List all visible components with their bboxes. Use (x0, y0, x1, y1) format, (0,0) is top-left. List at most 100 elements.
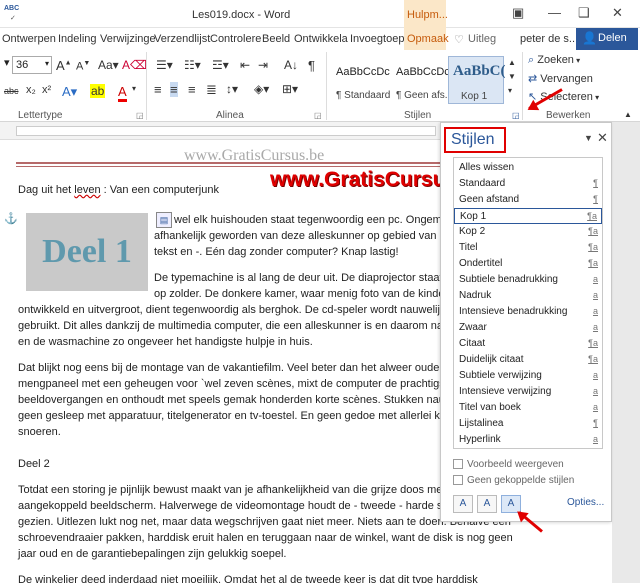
change-case-icon[interactable]: Aa▾ (98, 58, 119, 72)
paragraph-line: gezien. Uitlezen lukt nog net, maar data… (18, 516, 511, 528)
style-item-hyperlink[interactable]: Hyperlink a (454, 432, 602, 448)
deel-1-image[interactable]: Deel 1 (26, 213, 148, 291)
close-window-button[interactable]: ✕ (612, 5, 623, 21)
chevron-down-icon: ▾ (44, 59, 49, 68)
borders-icon[interactable]: ⊞▾ (282, 82, 298, 96)
style-item-titel[interactable]: Titel ¶a (454, 240, 602, 256)
new-style-button[interactable]: A (453, 495, 473, 513)
tab-verwijzingen[interactable]: Verwijzinge (100, 33, 156, 45)
editing-group-label: Bewerken (546, 110, 591, 121)
align-right-icon[interactable]: ≡ (188, 82, 196, 97)
tab-invoegtoepassingen[interactable]: Invoegtoep (350, 33, 404, 45)
tell-me-box[interactable]: Uitleg (468, 33, 496, 45)
styles-scroll-up-icon[interactable]: ▲ (508, 58, 516, 67)
style-item-titel-van-boek[interactable]: Titel van boek a (454, 400, 602, 416)
align-left-icon[interactable]: ≡ (154, 82, 162, 97)
strikethrough-button[interactable]: abc (4, 86, 19, 96)
style-item-duidelijk-citaat[interactable]: Duidelijk citaat ¶a (454, 352, 602, 368)
style-item-geen-afstand[interactable]: Geen afstand ¶ (454, 192, 602, 208)
highlight-icon[interactable]: ab (90, 84, 106, 98)
decrease-indent-icon[interactable]: ⇤ (240, 58, 250, 72)
ruler-track (16, 126, 436, 136)
layout-options-icon[interactable]: ▤ (156, 212, 172, 228)
qat-dropdown-icon[interactable]: ✓ (10, 14, 16, 22)
paragraph-launcher-icon[interactable]: ◲ (314, 111, 322, 120)
paragraph-line: Totdat een storing je pijnlijk bewust ma… (18, 484, 446, 496)
styles-launcher-icon[interactable]: ◲ (512, 111, 520, 120)
close-pane-button[interactable]: ✕ (597, 130, 608, 146)
font-color-icon[interactable]: A (118, 84, 127, 102)
replace-button[interactable]: ⇄ Vervangen (528, 72, 593, 85)
show-preview-checkbox[interactable]: Voorbeeld weergeven (453, 459, 564, 470)
tab-verzendlijsten[interactable]: Verzendlijst (154, 33, 210, 45)
multilevel-icon[interactable]: ☲▾ (212, 58, 229, 72)
font-launcher-icon[interactable]: ◲ (136, 111, 144, 120)
style-item-subtiele-verwijzing[interactable]: Subtiele verwijzing a (454, 368, 602, 384)
shading-icon[interactable]: ◈▾ (254, 82, 269, 96)
style-item-citaat[interactable]: Citaat ¶a (454, 336, 602, 352)
style-tile-standaard[interactable]: AaBbCcDc ¶ Standaard (332, 56, 392, 104)
line-spacing-icon[interactable]: ↕▾ (226, 82, 238, 96)
tab-opmaak[interactable]: Opmaak (407, 33, 449, 45)
paragraph-line: aangekoppeld beeldscherm. Halverwege de … (18, 500, 455, 512)
paragraph-line: De typemachine is al lang de deur uit. D… (154, 272, 443, 284)
horizontal-ruler[interactable] (0, 122, 440, 140)
style-item-alles-wissen[interactable]: Alles wissen (454, 160, 602, 176)
tab-indeling[interactable]: Indeling (58, 33, 97, 45)
sort-icon[interactable]: A↓ (284, 58, 298, 72)
style-item-nadruk[interactable]: Nadruk a (454, 288, 602, 304)
pane-options-dropdown-icon[interactable]: ▼ (584, 133, 593, 143)
minimize-button[interactable]: — (548, 5, 561, 20)
style-inspector-button[interactable]: A (477, 495, 497, 513)
restore-button[interactable]: ❑ (578, 5, 590, 21)
style-item-intensieve-verwijzing[interactable]: Intensieve verwijzing a (454, 384, 602, 400)
style-item-lijstalinea[interactable]: Lijstalinea ¶ (454, 416, 602, 432)
document-heading[interactable]: Dag uit het leven : Van een computerjunk (18, 182, 219, 198)
anchor-icon[interactable]: ⚓ (4, 212, 18, 225)
justify-icon[interactable]: ≣ (206, 82, 217, 98)
font-name-dropdown[interactable]: ▾ (4, 56, 10, 74)
tab-ontwikkelaars[interactable]: Ontwikkela (294, 33, 348, 45)
clear-format-icon[interactable]: A⌫ (122, 58, 147, 72)
share-button[interactable]: 👤 Delen (576, 28, 638, 50)
account-name[interactable]: peter de s... (520, 33, 578, 45)
ribbon-options-icon[interactable]: ▣ (512, 5, 524, 21)
shrink-font-icon[interactable]: A▼ (76, 60, 90, 73)
styles-scroll-down-icon[interactable]: ▼ (508, 72, 516, 81)
collapse-ribbon-icon[interactable]: ▲ (624, 110, 632, 119)
align-center-icon[interactable]: ≡ (170, 82, 178, 97)
font-size-box[interactable]: 36 ▾ (12, 56, 52, 74)
contextual-tab-label[interactable]: Hulpm... (407, 9, 448, 21)
pilcrow-icon[interactable]: ¶ (308, 58, 315, 73)
find-button[interactable]: ⌕ Zoeken ▾ (528, 54, 580, 67)
grow-font-icon[interactable]: A▲ (56, 58, 72, 73)
bullets-icon[interactable]: ☰▾ (156, 58, 173, 72)
style-item-kop-2[interactable]: Kop 2 ¶a (454, 224, 602, 240)
style-tile-geen-afstand[interactable]: AaBbCcDc ¶ Geen afs... (392, 56, 453, 104)
title-bar: ABC ✓ Hulpm... Les019.docx - Word ▣ — ❑ … (0, 0, 640, 28)
numbering-icon[interactable]: ☷▾ (184, 58, 201, 72)
subscript-button[interactable]: x₂ (26, 84, 36, 96)
style-item-standaard[interactable]: Standaard ¶ (454, 176, 602, 192)
style-item-kop-1[interactable]: Kop 1 ¶a (454, 208, 602, 224)
style-tile-kop-1[interactable]: AaBbC( Kop 1 (448, 56, 506, 104)
paragraph-line: jaar oud en de garantiebepalingen zijn g… (18, 548, 287, 560)
style-item-zwaar[interactable]: Zwaar a (454, 320, 602, 336)
superscript-button[interactable]: x² (42, 84, 51, 96)
font-color-dropdown[interactable]: ▾ (132, 84, 136, 93)
style-item-ondertitel[interactable]: Ondertitel ¶a (454, 256, 602, 272)
styles-list[interactable]: Alles wissen Standaard ¶ Geen afstand ¶ Ko… (453, 157, 603, 449)
styles-more-icon[interactable]: ▾ (508, 86, 512, 95)
text-effects-icon[interactable]: A▾ (62, 84, 77, 100)
group-separator (146, 52, 147, 120)
increase-indent-icon[interactable]: ⇥ (258, 58, 268, 72)
tab-ontwerpen[interactable]: Ontwerpen (2, 33, 56, 45)
group-separator (522, 52, 523, 120)
style-item-intensieve-benadrukking[interactable]: Intensieve benadrukking a (454, 304, 602, 320)
tab-controleren[interactable]: Controlere (210, 33, 261, 45)
tab-beeld[interactable]: Beeld (262, 33, 290, 45)
disable-linked-styles-checkbox[interactable]: Geen gekoppelde stijlen (453, 475, 574, 486)
style-item-subtiele-benadrukking[interactable]: Subtiele benadrukking a (454, 272, 602, 288)
paragraph-line: wel elk huishouden staat tegenwoordig ee… (174, 214, 442, 226)
options-link[interactable]: Opties... (567, 497, 604, 508)
